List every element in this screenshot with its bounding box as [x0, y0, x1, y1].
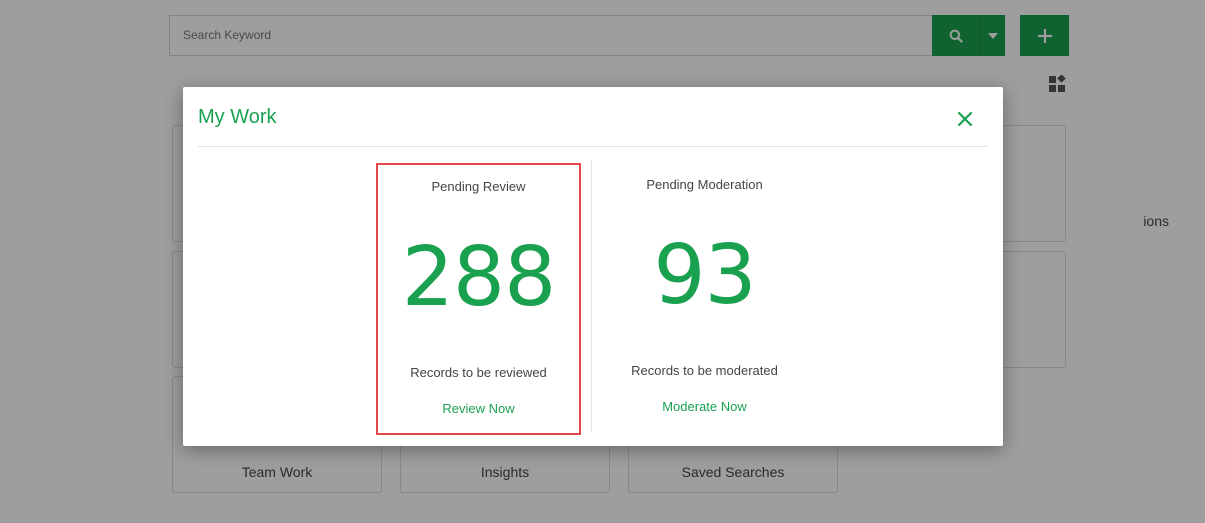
modal-header-divider [198, 146, 988, 147]
column-divider [591, 161, 592, 431]
review-now-link[interactable]: Review Now [378, 401, 579, 416]
pending-review-card: Pending Review 288 Records to be reviewe… [376, 163, 581, 435]
close-icon [957, 111, 973, 127]
moderate-now-link[interactable]: Moderate Now [602, 399, 807, 414]
stat-value: 93 [653, 228, 756, 323]
stat-title: Pending Review [431, 179, 526, 194]
stat-subtitle: Records to be moderated [631, 363, 778, 378]
stat-subtitle: Records to be reviewed [410, 365, 547, 380]
close-button[interactable] [956, 110, 974, 128]
stat-value: 288 [401, 230, 557, 325]
my-work-modal: My Work Pending Review 288 Records to be… [183, 87, 1003, 446]
pending-moderation-card: Pending Moderation 93 Records to be mode… [602, 163, 807, 435]
stat-title: Pending Moderation [646, 177, 763, 192]
modal-title: My Work [198, 106, 277, 128]
